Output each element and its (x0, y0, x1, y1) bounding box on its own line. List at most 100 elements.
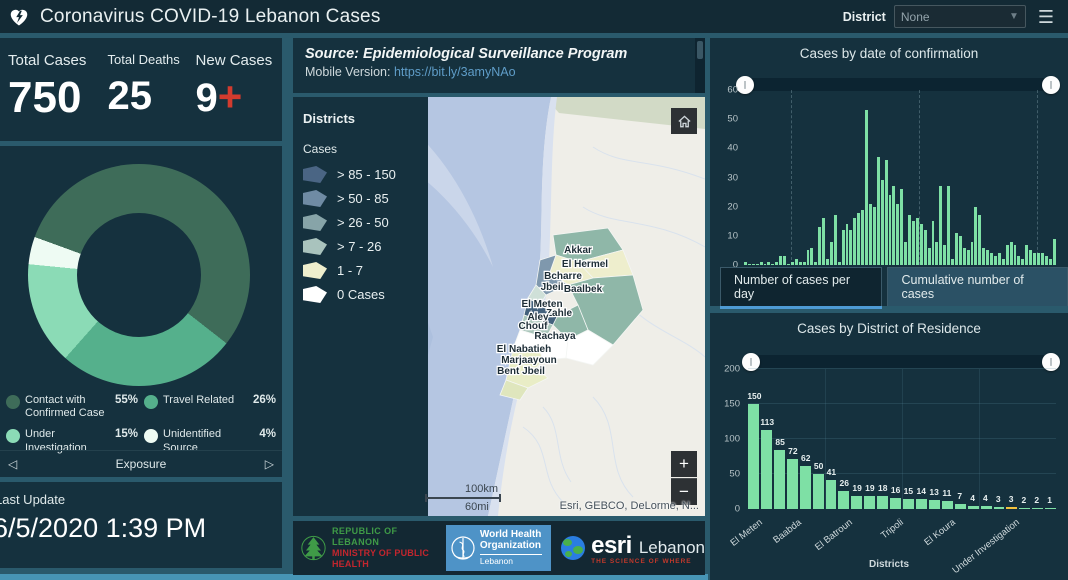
chart1-bar[interactable] (978, 215, 982, 265)
chart1-bar[interactable] (966, 250, 970, 265)
pager-next-arrow-icon[interactable]: ▷ (265, 457, 274, 471)
chart1-bar[interactable] (849, 230, 853, 265)
chart1-bar[interactable] (880, 180, 884, 265)
chart1-bar[interactable] (884, 160, 888, 265)
chart1-bar[interactable] (982, 247, 986, 265)
chart1-bar[interactable] (802, 262, 806, 265)
chart1-bar[interactable] (798, 262, 802, 265)
chart1-bar[interactable] (829, 241, 833, 265)
total-cases-stat: Total Cases 750 (8, 52, 108, 121)
chart1-bar[interactable] (896, 203, 900, 265)
district-dropdown[interactable]: None ▼ (893, 5, 1026, 28)
chart1-bar[interactable] (927, 247, 931, 265)
chart1-bar[interactable] (775, 262, 779, 265)
chart1-bar[interactable] (1036, 253, 1040, 265)
chart1-bar[interactable] (892, 186, 896, 265)
chart1-bar[interactable] (1040, 253, 1044, 265)
chart1-bar[interactable] (958, 235, 962, 265)
chart1-bar[interactable] (986, 250, 990, 265)
chart1-bar[interactable] (1033, 253, 1036, 265)
menu-icon[interactable]: ☰ (1034, 8, 1058, 26)
chart1-bar[interactable] (1025, 244, 1029, 265)
chart2-title: Cases by District of Residence (797, 321, 981, 336)
exposure-legend-item[interactable]: Travel Related 26% (144, 394, 276, 420)
chart1-bar[interactable] (822, 218, 826, 265)
chart1-bar[interactable] (786, 264, 790, 265)
chart1-bar[interactable] (833, 215, 837, 265)
chart1-bar[interactable] (872, 206, 876, 265)
chart1-bar[interactable] (751, 264, 755, 265)
chart1-bar[interactable] (818, 227, 822, 265)
chart1-bar[interactable] (954, 232, 958, 265)
chart1-bar[interactable] (962, 247, 966, 265)
chart1-bar[interactable] (911, 221, 915, 265)
chart1-bar[interactable] (771, 264, 775, 265)
chart1-bar[interactable] (990, 253, 993, 265)
chart1-bar[interactable] (763, 264, 767, 265)
chart1-bar[interactable] (923, 230, 927, 265)
chart1-ytick: 20 (727, 201, 738, 213)
chart1-bar[interactable] (814, 262, 818, 265)
chart1-bar[interactable] (759, 262, 763, 265)
chart1-bar[interactable] (810, 247, 814, 265)
chart1-bar[interactable] (1044, 256, 1048, 265)
chart1-bar[interactable] (1048, 259, 1052, 265)
chart1-bar[interactable] (939, 186, 943, 265)
tab-cumulative-cases[interactable]: Cumulative number of cases (887, 267, 1068, 306)
exposure-legend-item[interactable]: Contact with Confirmed Case 55% (6, 394, 138, 420)
chart1-bar[interactable] (767, 262, 771, 265)
chart1-bar[interactable] (853, 218, 857, 265)
home-button[interactable] (671, 108, 697, 134)
chart1-bar[interactable] (857, 212, 861, 265)
chart1-bar[interactable] (888, 195, 892, 265)
chart1-bar[interactable] (1013, 244, 1017, 265)
chart1-bar[interactable] (951, 259, 954, 265)
chart1-bar[interactable] (876, 157, 880, 265)
chart1-bar[interactable] (1052, 238, 1056, 265)
source-scrollbar[interactable] (695, 38, 705, 93)
chart1-bar[interactable] (779, 256, 783, 265)
chart2-plot-area[interactable]: 150 113 85 72 62 50 41 26 19 19 18 16 15 14 13 11 7 4 4 3 3 2… (747, 368, 1057, 509)
chart1-bar[interactable] (931, 221, 935, 265)
chart1-bar[interactable] (790, 262, 794, 265)
chart1-bar[interactable] (994, 256, 997, 265)
tab-cases-per-day[interactable]: Number of cases per day (720, 267, 883, 306)
chart1-bar[interactable] (806, 250, 810, 265)
chart1-bar[interactable] (826, 259, 829, 265)
chart1-plot-area[interactable] (744, 90, 1056, 265)
chart1-bar[interactable] (904, 241, 908, 265)
chart1-bar[interactable] (1009, 241, 1013, 265)
chart1-bar[interactable] (794, 259, 798, 265)
chart2-bar-value: 11 (942, 488, 952, 499)
chart1-bar[interactable] (1017, 256, 1021, 265)
zoom-in-button[interactable]: + (671, 451, 697, 477)
chart1-bar[interactable] (837, 262, 841, 265)
chart1-bar[interactable] (1021, 259, 1025, 265)
chart1-bar[interactable] (1001, 259, 1005, 265)
chart1-bar[interactable] (997, 253, 1001, 265)
chart1-bar[interactable] (908, 215, 911, 265)
chart1-bar[interactable] (947, 186, 951, 265)
pager-prev-arrow-icon[interactable]: ◁ (8, 457, 17, 471)
chart1-bar[interactable] (1005, 244, 1009, 265)
chart1-bar[interactable] (744, 262, 747, 265)
chart1-bar[interactable] (919, 224, 923, 265)
chart1-bar[interactable] (970, 241, 974, 265)
chart1-bar[interactable] (861, 209, 865, 265)
chart1-bar[interactable] (974, 206, 978, 265)
chart1-bar[interactable] (943, 244, 947, 265)
chart1-bar[interactable] (841, 230, 845, 265)
mobile-version-link[interactable]: https://bit.ly/3amyNAo (394, 65, 516, 79)
chart1-bar[interactable] (755, 264, 759, 265)
chart1-bar[interactable] (747, 264, 751, 265)
chart1-bar[interactable] (865, 110, 868, 265)
chart2-range-slider[interactable]: ∥ ∥ (742, 352, 1060, 371)
chart2-bar-value: 7 (957, 491, 963, 502)
chart1-bar[interactable] (869, 203, 872, 265)
chart1-bar[interactable] (783, 256, 786, 265)
chart1-bar[interactable] (845, 224, 849, 265)
chart1-bar[interactable] (900, 189, 904, 265)
chart1-bar[interactable] (915, 218, 919, 265)
chart1-bar[interactable] (1029, 250, 1033, 265)
chart1-bar[interactable] (935, 241, 939, 265)
